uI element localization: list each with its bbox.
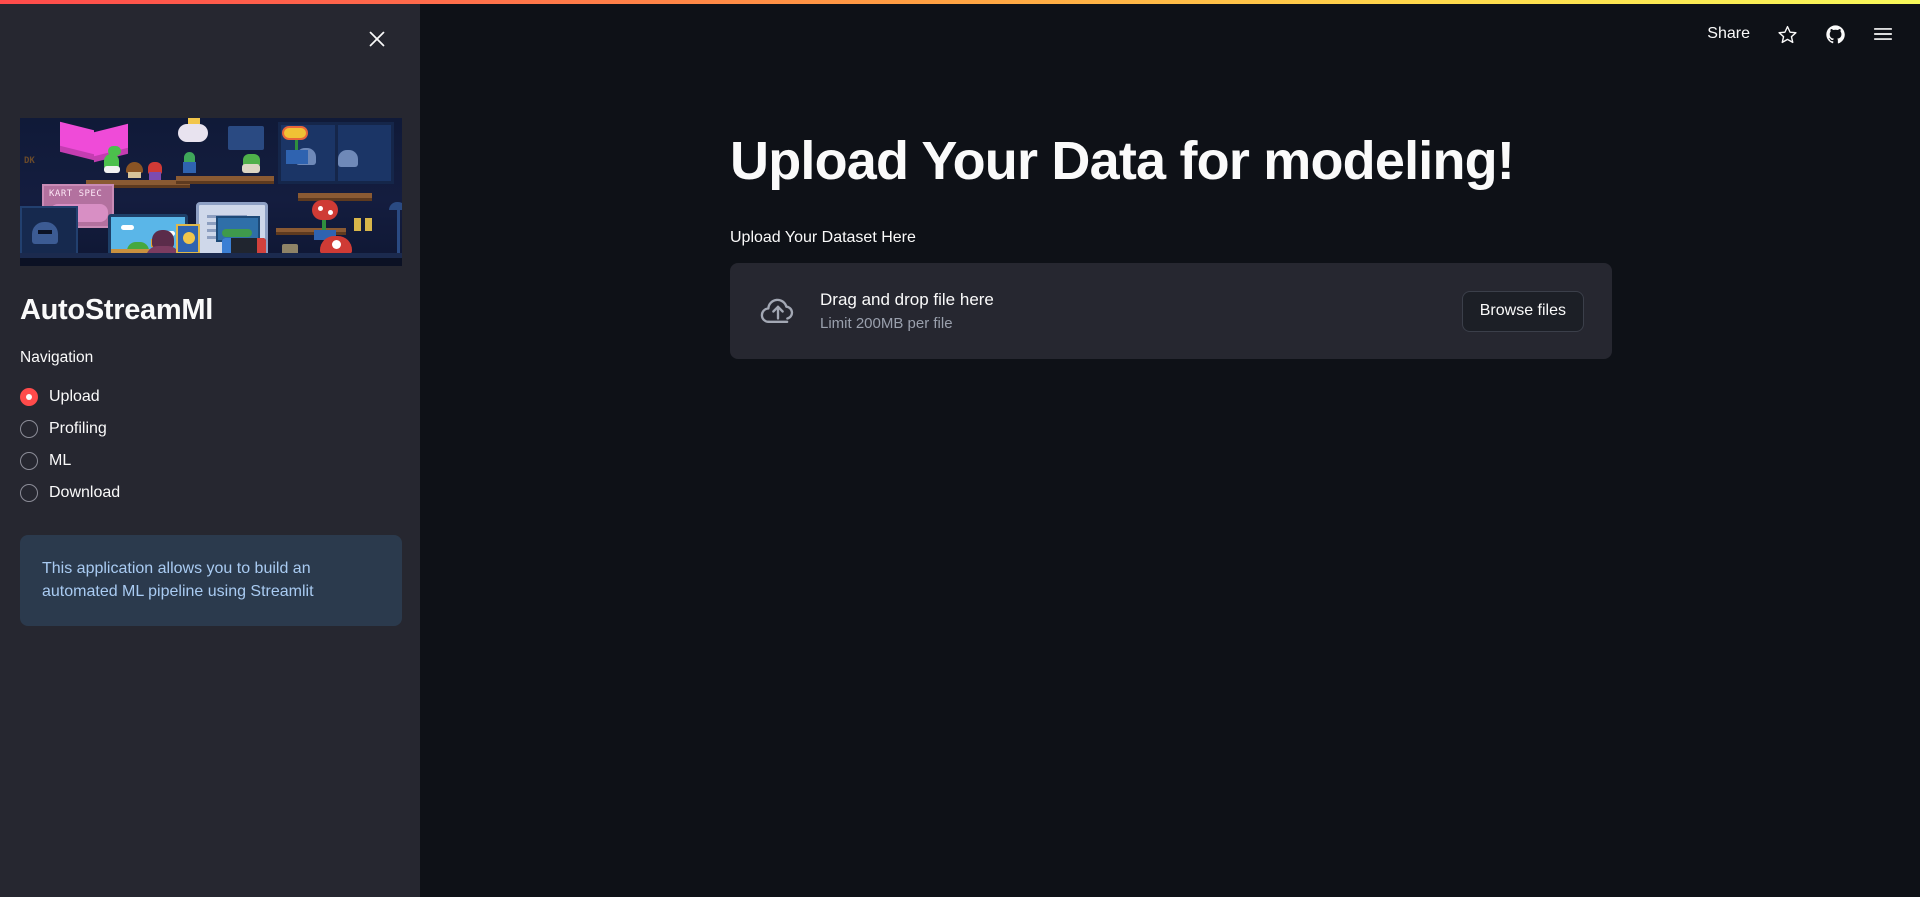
poster-text: KART SPEC bbox=[49, 189, 103, 199]
share-button[interactable]: Share bbox=[1705, 21, 1752, 47]
drag-drop-text: Drag and drop file here bbox=[820, 290, 994, 310]
close-icon bbox=[367, 29, 387, 49]
navigation-label: Navigation bbox=[20, 349, 94, 366]
sidebar-banner-image: KART SPEC DK bbox=[20, 118, 402, 266]
lamp-icon bbox=[389, 202, 402, 210]
radio-button-icon[interactable] bbox=[20, 420, 38, 438]
file-limit-text: Limit 200MB per file bbox=[820, 315, 953, 333]
cloud-icon bbox=[178, 124, 208, 142]
app-title: AutoStreamMl bbox=[20, 294, 213, 326]
uploader-label: Upload Your Dataset Here bbox=[730, 229, 916, 247]
sidebar: KART SPEC DK AutoStreamMl Navigation Upl… bbox=[0, 0, 420, 897]
sidebar-close-button[interactable] bbox=[360, 22, 394, 56]
navigation-radio-group[interactable]: Upload Profiling ML Download bbox=[20, 381, 402, 509]
radio-button-icon[interactable] bbox=[20, 484, 38, 502]
flower-icon bbox=[282, 126, 308, 140]
star-icon[interactable] bbox=[1774, 21, 1800, 47]
sidebar-item-upload[interactable]: Upload bbox=[20, 381, 402, 413]
radio-label: ML bbox=[49, 452, 72, 469]
browse-files-button[interactable]: Browse files bbox=[1461, 290, 1584, 332]
castle-icon bbox=[228, 126, 264, 150]
file-uploader-dropzone[interactable]: Drag and drop file here Limit 200MB per … bbox=[730, 263, 1612, 360]
cloud-upload-icon bbox=[756, 289, 800, 333]
piranha-plant-icon bbox=[312, 200, 338, 220]
sidebar-item-ml[interactable]: ML bbox=[20, 445, 402, 477]
page-title: Upload Your Data for modeling! bbox=[730, 131, 1515, 191]
info-message-box: This application allows you to build an … bbox=[20, 535, 402, 627]
sidebar-item-profiling[interactable]: Profiling bbox=[20, 413, 402, 445]
sidebar-content: KART SPEC DK AutoStreamMl Navigation Upl… bbox=[20, 118, 402, 627]
radio-label: Profiling bbox=[49, 420, 107, 437]
ghost-icon bbox=[338, 150, 358, 167]
main-content: Upload Your Data for modeling! Upload Yo… bbox=[420, 0, 1920, 897]
radio-label: Upload bbox=[49, 388, 100, 405]
streamlit-app: KART SPEC DK AutoStreamMl Navigation Upl… bbox=[0, 0, 1920, 897]
graffiti-text: DK bbox=[24, 156, 35, 166]
app-toolbar: Share bbox=[1705, 16, 1896, 52]
radio-label: Download bbox=[49, 484, 121, 501]
uploader-texts: Drag and drop file here Limit 200MB per … bbox=[820, 290, 1462, 332]
hamburger-menu-icon[interactable] bbox=[1870, 21, 1896, 47]
github-icon[interactable] bbox=[1822, 21, 1848, 47]
radio-button-icon[interactable] bbox=[20, 388, 38, 406]
top-progress-bar bbox=[0, 0, 1920, 4]
radio-button-icon[interactable] bbox=[20, 452, 38, 470]
sidebar-item-download[interactable]: Download bbox=[20, 477, 402, 509]
portrait-frame-icon bbox=[176, 224, 200, 254]
main-inner: Upload Your Data for modeling! Upload Yo… bbox=[730, 131, 1612, 360]
